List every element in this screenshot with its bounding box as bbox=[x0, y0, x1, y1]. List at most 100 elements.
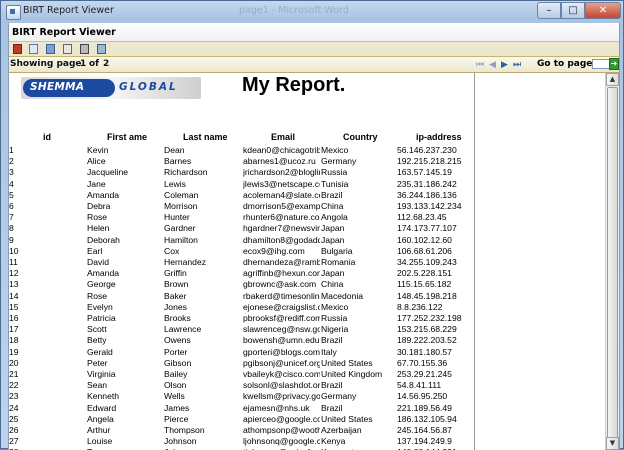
cell-email: dmorrison5@example.com bbox=[243, 201, 320, 211]
cell-id: 16 bbox=[9, 313, 19, 323]
cell-country: China bbox=[321, 201, 344, 211]
cell-country: China bbox=[321, 279, 344, 290]
cell-country: United States bbox=[321, 357, 373, 368]
cell-id: 20 bbox=[9, 357, 19, 368]
cell-first-name: George bbox=[87, 279, 116, 290]
cell-country: Angola bbox=[321, 212, 348, 223]
cell-first-name: Sean bbox=[87, 380, 108, 391]
scroll-down-icon[interactable]: ▼ bbox=[606, 437, 619, 450]
cell-last-name: Hamilton bbox=[164, 234, 198, 245]
table-row: 15 Evelyn Jones ejonese@craigslist.orgMexic… bbox=[9, 302, 474, 313]
cell-last-name: Coleman bbox=[164, 189, 199, 200]
viewer-title: BIRT Report Viewer bbox=[12, 27, 116, 38]
cell-last-name: Baker bbox=[164, 290, 187, 301]
cell-email: pbrooksf@rediff.com bbox=[243, 313, 320, 323]
cell-ip-address: 186.132.105.94 bbox=[397, 413, 457, 424]
cell-last-name: Gardner bbox=[164, 223, 196, 234]
toc-icon[interactable] bbox=[13, 44, 22, 54]
export-data-icon[interactable] bbox=[46, 44, 55, 54]
background-window-title: page1 - Microsoft Word bbox=[239, 5, 349, 16]
table-row: 20 Peter Gibson pgibsonj@unicef.org United S… bbox=[9, 358, 474, 369]
current-page-number: 1 bbox=[80, 59, 87, 69]
cell-email: jrichardson2@bloglines.com bbox=[243, 167, 320, 178]
column-header-email: Email bbox=[271, 132, 296, 142]
app-icon bbox=[6, 5, 21, 20]
cell-email: ejamesn@nhs.uk bbox=[243, 402, 310, 413]
table-row: 23 Kenneth Wells kwellsm@privacy.gov.auGerm… bbox=[9, 391, 474, 402]
cell-first-name: Jacqueline bbox=[87, 167, 129, 178]
cell-ip-address: 106.68.61.206 bbox=[397, 245, 452, 256]
cell-first-name: Peter bbox=[87, 357, 108, 368]
cell-id: 15 bbox=[9, 301, 19, 312]
of-label: of bbox=[89, 59, 100, 69]
next-page-icon[interactable]: ▶ bbox=[501, 60, 508, 70]
viewer-header: BIRT Report Viewer bbox=[9, 23, 619, 42]
table-row: 26 Arthur Thompson athompsonp@woothemes.com… bbox=[9, 425, 474, 436]
table-row: 2 Alice Barnes abarnes1@ucoz.ru Germany 192.2… bbox=[9, 156, 474, 167]
cell-last-name: Griffin bbox=[164, 268, 187, 279]
cell-first-name: Patricia bbox=[87, 313, 116, 323]
cell-email: ecox9@ihg.com bbox=[243, 245, 305, 256]
close-button[interactable]: ✕ bbox=[585, 2, 621, 19]
table-row: 21 Virginia Bailey vbaileyk@cisco.com United… bbox=[9, 369, 474, 380]
table-row: 3 Jacqueline Richardson jrichardson2@blogli… bbox=[9, 167, 474, 178]
maximize-button[interactable]: □ bbox=[561, 2, 585, 19]
cell-ip-address: 160.102.12.60 bbox=[397, 234, 452, 245]
cell-country: United States bbox=[321, 413, 373, 424]
cell-first-name: Amanda bbox=[87, 268, 120, 279]
cell-email: agriffinb@hexun.com bbox=[243, 268, 320, 279]
cell-first-name: Scott bbox=[87, 324, 107, 335]
navigation-bar: Showing page 1 of 2 ⏮ ◀ ▶ ⏭ Go to page: … bbox=[9, 57, 619, 73]
cell-first-name: Angela bbox=[87, 413, 114, 424]
minimize-button[interactable]: – bbox=[537, 2, 561, 19]
scrollbar-thumb[interactable] bbox=[607, 87, 618, 439]
report-content[interactable]: SHEMMA GLOBAL My Report. id First ame La… bbox=[9, 73, 475, 450]
cell-id: 4 bbox=[9, 178, 14, 189]
goto-page-button[interactable]: ➜ bbox=[609, 58, 619, 70]
export-report-icon[interactable] bbox=[63, 44, 72, 54]
cell-last-name: Dean bbox=[164, 145, 185, 155]
scroll-up-icon[interactable]: ▲ bbox=[606, 73, 619, 86]
cell-ip-address: 189.222.203.52 bbox=[397, 335, 457, 346]
parameters-icon[interactable] bbox=[29, 44, 38, 54]
cell-id: 22 bbox=[9, 380, 19, 391]
table-row: 5 Amanda Coleman acoleman4@slate.comBrazil 3… bbox=[9, 190, 474, 201]
cell-id: 9 bbox=[9, 234, 14, 245]
cell-ip-address: 253.29.21.245 bbox=[397, 369, 452, 379]
window-titlebar[interactable]: BIRT Report Viewer page1 - Microsoft Wor… bbox=[1, 1, 623, 23]
column-header-country: Country bbox=[343, 132, 378, 142]
print-server-icon[interactable] bbox=[97, 44, 106, 54]
cell-ip-address: 14.56.95.250 bbox=[397, 391, 448, 402]
cell-first-name: Gerald bbox=[87, 346, 113, 357]
cell-country: Russia bbox=[321, 313, 348, 323]
first-page-icon[interactable]: ⏮ bbox=[476, 60, 484, 70]
cell-email: kdean0@chicagotribune.com bbox=[243, 145, 320, 155]
cell-last-name: Morrison bbox=[164, 201, 198, 211]
print-icon[interactable] bbox=[80, 44, 89, 54]
cell-country: Romania bbox=[321, 257, 356, 267]
cell-id: 23 bbox=[9, 391, 19, 402]
cell-first-name: Louise bbox=[87, 436, 113, 447]
cell-last-name: Gibson bbox=[164, 357, 192, 368]
cell-last-name: Pierce bbox=[164, 413, 189, 424]
cell-id: 27 bbox=[9, 436, 19, 447]
table-row: 9 Deborah Hamilton dhamilton8@godaddy.comJa… bbox=[9, 235, 474, 246]
table-row: 19 Gerald Porter gporteri@blogs.com Italy 30.… bbox=[9, 347, 474, 358]
cell-ip-address: 163.57.145.19 bbox=[397, 167, 452, 178]
previous-page-icon[interactable]: ◀ bbox=[489, 60, 496, 70]
cell-id: 26 bbox=[9, 425, 19, 435]
cell-country: Tunisia bbox=[321, 178, 349, 189]
cell-ip-address: 112.68.23.45 bbox=[397, 212, 447, 223]
last-page-icon[interactable]: ⏭ bbox=[513, 60, 521, 70]
cell-ip-address: 54.8.41.111 bbox=[397, 380, 442, 391]
goto-page-label: Go to page: bbox=[537, 59, 596, 69]
cell-last-name: Lewis bbox=[164, 178, 186, 189]
table-row: 25 Angela Pierce apierceo@google.comUnited … bbox=[9, 414, 474, 425]
table-row: 4 Jane Lewis jlewis3@netscape.comTunisia 235… bbox=[9, 179, 474, 190]
cell-id: 17 bbox=[9, 324, 19, 335]
cell-email: dhamilton8@godaddy.com bbox=[243, 234, 320, 245]
window-title: BIRT Report Viewer bbox=[23, 5, 114, 16]
vertical-scrollbar[interactable]: ▲ ▼ bbox=[605, 73, 619, 450]
browser-window: BIRT Report Viewer page1 - Microsoft Wor… bbox=[0, 0, 624, 450]
cell-ip-address: 177.252.232.198 bbox=[397, 313, 462, 323]
